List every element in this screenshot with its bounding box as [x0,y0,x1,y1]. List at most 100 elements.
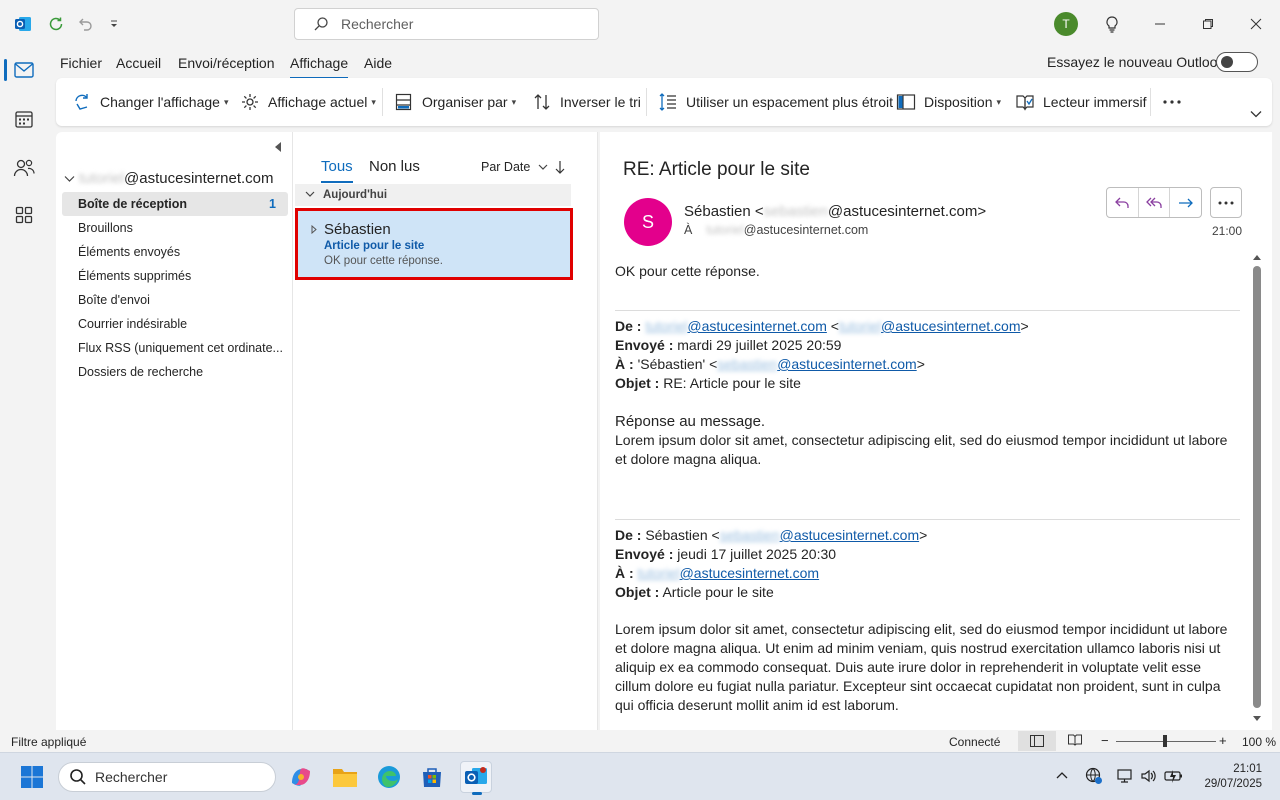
reading-view-icon[interactable] [1068,734,1082,746]
clock-time: 21:01 [1233,763,1262,775]
email-to: À tutoriel@astucesinternet.com [684,223,868,237]
battery-icon[interactable] [1164,767,1184,785]
collapse-pane-button[interactable] [274,142,282,152]
mail-icon[interactable] [10,56,38,84]
account-header[interactable]: tutoriel@astucesinternet.com [64,170,274,187]
sort-arrows-icon [532,92,552,112]
sync-icon[interactable] [45,13,67,35]
calendar-icon[interactable] [10,105,38,133]
folder-search[interactable]: Dossiers de recherche [62,360,288,384]
account-name-hidden: tutoriel [79,170,125,187]
file-explorer-icon[interactable] [329,761,361,793]
a-domain-link[interactable]: @astucesinternet.com [777,356,917,372]
taskbar-search[interactable]: Rechercher [58,762,276,792]
apps-icon[interactable] [10,201,38,229]
people-icon[interactable] [10,154,38,182]
chevron-down-icon: ▾ [511,96,517,107]
folder-rss[interactable]: Flux RSS (uniquement cet ordinate... [62,336,288,360]
filter-status: Filtre appliqué [11,735,87,749]
tab-aide[interactable]: Aide [364,55,392,79]
current-view-button[interactable]: Affichage actuel ▾ [240,90,376,114]
minimize-button[interactable] [1148,12,1172,36]
from-domain: @astucesinternet.com [827,203,978,220]
store-icon[interactable] [416,761,448,793]
chevron-down-icon [305,191,315,198]
folder-outbox[interactable]: Boîte d'envoi [62,288,288,312]
sender-avatar[interactable]: S [624,198,672,246]
sort-by-dropdown[interactable]: Par Date [481,160,548,174]
new-outlook-toggle[interactable] [1216,52,1258,72]
edge-icon[interactable] [373,761,405,793]
reading-scrollbar[interactable] [1252,252,1262,728]
ribbon-expand-button[interactable] [1250,102,1262,126]
line-spacing-icon [658,92,678,112]
restore-button[interactable] [1196,12,1220,36]
tab-fichier[interactable]: Fichier [60,55,102,79]
lightbulb-icon[interactable] [1100,12,1124,36]
chevron-down-icon: ▾ [996,96,1002,107]
layout-button[interactable]: Disposition ▾ [896,90,1001,114]
folder-inbox[interactable]: Boîte de réception 1 [62,192,288,216]
zoom-in-button[interactable]: + [1219,733,1227,748]
search-box[interactable]: Rechercher [294,8,599,40]
forward-button[interactable] [1170,188,1201,217]
taskbar-clock[interactable]: 21:01 29/07/2025 [1196,762,1262,792]
de-domain-link[interactable]: @astucesinternet.com [780,527,920,543]
scroll-down-icon[interactable] [1253,716,1261,722]
quote1-from: De : tutoriel@astucesinternet.com <tutor… [615,318,1029,334]
normal-view-button[interactable] [1018,731,1056,751]
network-globe-icon[interactable] [1085,767,1103,785]
message-item-selected[interactable]: Sébastien Article pour le site OK pour c… [295,208,573,280]
email-from[interactable]: Sébastien <sebastien@astucesinternet.com… [684,203,986,220]
de-label: De : [615,318,642,334]
sort-direction-button[interactable] [555,160,565,174]
scrollbar-thumb[interactable] [1253,266,1261,708]
reply-button[interactable] [1107,188,1139,217]
more-actions-button[interactable] [1210,187,1242,218]
objet-value: RE: Article pour le site [663,375,801,391]
a-hidden: sebastien [717,356,778,372]
more-options-button[interactable] [1162,90,1182,114]
folder-junk[interactable]: Courrier indésirable [62,312,288,336]
show-hidden-icons-button[interactable] [1056,771,1068,779]
message-list: Tous Non lus Par Date Aujourd'hui Sébast… [292,132,598,730]
group-header-today[interactable]: Aujourd'hui [295,184,571,206]
folder-sent[interactable]: Éléments envoyés [62,240,288,264]
expand-thread-icon[interactable] [311,225,317,234]
de-hidden: sebastien [719,527,780,543]
tab-accueil[interactable]: Accueil [116,55,161,79]
reply-all-button[interactable] [1139,188,1171,217]
zoom-slider-thumb[interactable] [1163,735,1167,747]
change-view-button[interactable]: Changer l'affichage ▾ [72,90,228,114]
new-outlook-label: Essayez le nouveau Outlook [1047,54,1225,70]
account-domain: @astucesinternet.com [124,170,274,187]
user-avatar[interactable]: T [1054,12,1078,36]
de-domain-link[interactable]: @astucesinternet.com [687,318,827,334]
outlook-taskbar-icon[interactable] [460,761,492,795]
windows-start-icon[interactable] [16,761,48,793]
tab-affichage[interactable]: Affichage [290,55,349,79]
undo-icon[interactable] [75,13,97,35]
arrange-by-button[interactable]: Organiser par ▾ [394,90,516,114]
filter-tab-all[interactable]: Tous [321,158,353,183]
immersive-reader-button[interactable]: Lecteur immersif [1015,90,1146,114]
folder-drafts[interactable]: Brouillons [62,216,288,240]
body-text: OK pour cette réponse. [615,263,760,279]
folder-deleted[interactable]: Éléments supprimés [62,264,288,288]
close-button[interactable] [1244,12,1268,36]
scroll-up-icon[interactable] [1253,254,1261,260]
sort-by-label: Par Date [481,160,531,174]
network-status-icon[interactable] [1116,767,1134,785]
volume-icon[interactable] [1140,767,1158,785]
email-body: OK pour cette réponse. De : tutoriel@ast… [615,262,1240,715]
tab-envoi-reception[interactable]: Envoi/réception [178,55,275,79]
copilot-icon[interactable] [285,761,317,793]
objet-label: Objet : [615,375,660,391]
zoom-out-button[interactable]: − [1101,733,1109,748]
a-domain-link[interactable]: @astucesinternet.com [680,565,820,581]
reverse-sort-button[interactable]: Inverser le tri [532,90,641,114]
customize-toolbar-icon[interactable] [103,13,125,35]
compact-spacing-button[interactable]: Utiliser un espacement plus étroit [658,90,893,114]
filter-tab-unread[interactable]: Non lus [369,158,420,175]
de-domain-link-2[interactable]: @astucesinternet.com [881,318,1021,334]
